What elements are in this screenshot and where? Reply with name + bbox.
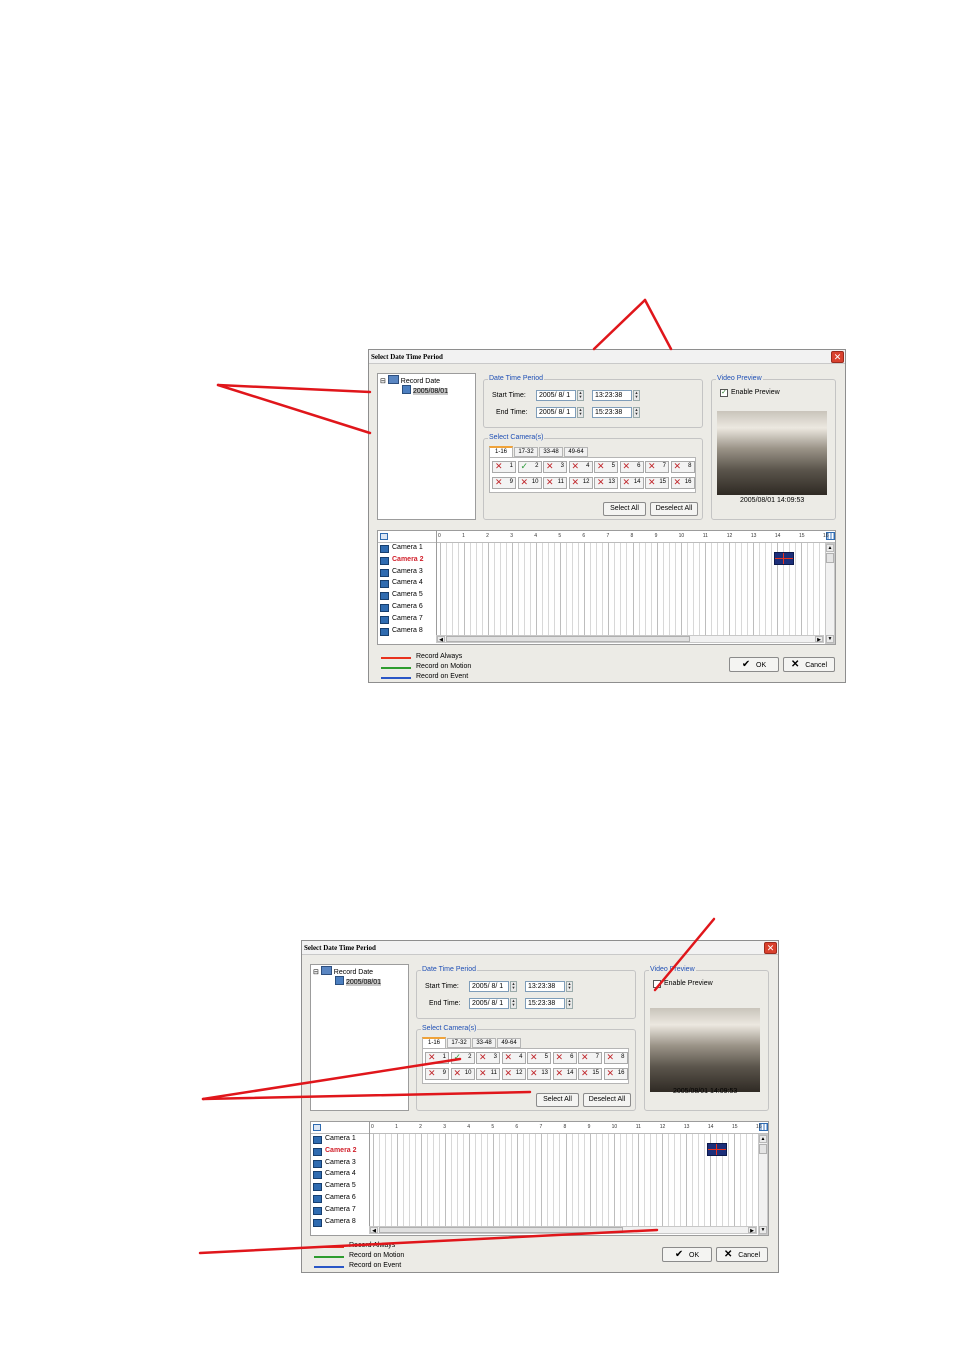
- annotation-line: [592, 298, 647, 351]
- annotation-line: [201, 1090, 532, 1101]
- annotation-lines: [198, 298, 716, 1255]
- annotation-line: [198, 1228, 659, 1255]
- annotation-line: [643, 298, 673, 351]
- annotation-line: [201, 1057, 462, 1101]
- annotation-line: [653, 917, 716, 992]
